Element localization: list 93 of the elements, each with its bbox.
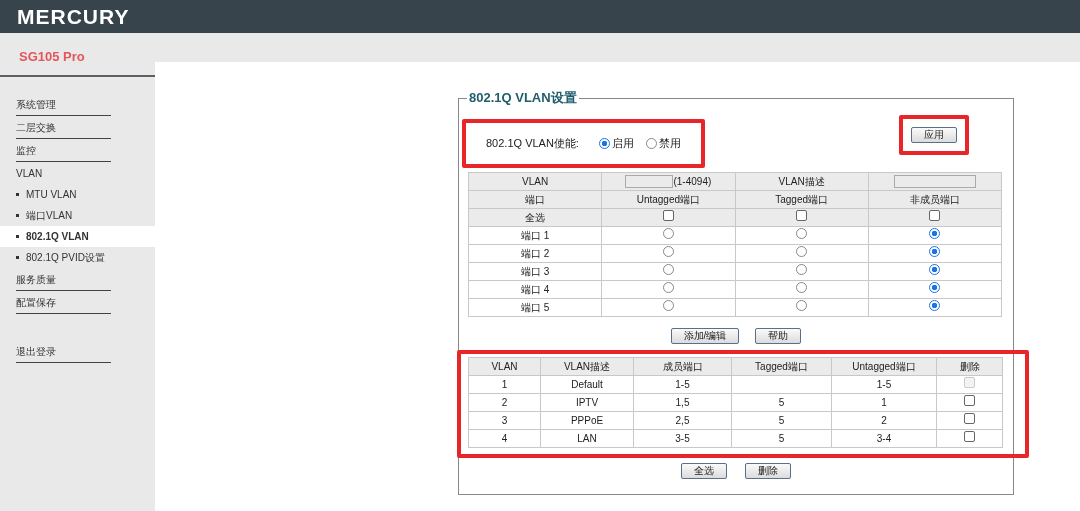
column-header: Untagged端口 — [852, 360, 916, 372]
sidebar-item[interactable]: 服务质量 — [16, 268, 111, 291]
port-label: 端口 5 — [520, 301, 550, 313]
range-hint: (1-4094) — [673, 175, 712, 187]
table-cell: 5 — [778, 414, 785, 426]
table-cell: PPPoE — [570, 414, 604, 426]
bullet-icon — [16, 256, 19, 259]
column-header: 端口 — [525, 193, 546, 205]
sidebar-subitem[interactable]: 802.1Q VLAN — [0, 226, 155, 247]
table-cell: 2,5 — [675, 414, 690, 426]
bullet-icon — [16, 214, 19, 217]
table-cell: 1-5 — [876, 378, 892, 390]
radio-button[interactable] — [598, 138, 610, 149]
port-label: 端口 1 — [520, 229, 550, 241]
table-cell: 2 — [501, 396, 508, 408]
radio-button[interactable] — [645, 138, 657, 149]
radio-button[interactable] — [796, 263, 808, 275]
brand-logo: MERCURY — [0, 0, 1080, 33]
sidebar-subitem-label: 802.1Q PVID设置 — [26, 251, 105, 265]
column-header: 非成员端口 — [909, 193, 960, 205]
radio-button[interactable] — [796, 245, 808, 257]
radio-button[interactable] — [929, 245, 941, 257]
sidebar-subitem[interactable]: MTU VLAN — [0, 184, 155, 205]
checkbox[interactable] — [964, 430, 975, 442]
column-header: Tagged端口 — [775, 193, 829, 205]
sidebar-subitem[interactable]: 端口VLAN — [0, 205, 155, 226]
checkbox[interactable] — [662, 209, 674, 221]
checkbox[interactable] — [964, 412, 975, 424]
table-cell: 1,5 — [675, 396, 690, 408]
table-cell: 1 — [881, 396, 887, 408]
column-header: VLAN描述 — [563, 360, 611, 372]
vlan-id-field[interactable] — [625, 175, 674, 189]
model-name: SG105 Pro — [0, 33, 155, 77]
table-cell: 2 — [881, 414, 887, 426]
radio-button[interactable] — [662, 245, 674, 257]
port-label: 端口 4 — [520, 283, 550, 295]
radio-button[interactable] — [662, 227, 674, 239]
radio-button[interactable] — [796, 299, 808, 311]
radio-button[interactable] — [662, 299, 674, 311]
radio-button[interactable] — [929, 299, 941, 311]
radio-button[interactable] — [796, 281, 808, 293]
column-header: Tagged端口 — [755, 360, 808, 372]
checkbox[interactable] — [796, 209, 808, 221]
sidebar-subitem[interactable]: 802.1Q PVID设置 — [0, 247, 155, 268]
radio-button[interactable] — [929, 281, 941, 293]
field-label: VLAN描述 — [778, 175, 825, 187]
form-button[interactable]: 添加/编辑 — [670, 328, 740, 344]
table-cell: 5 — [778, 396, 785, 408]
column-header: 成员端口 — [662, 360, 703, 372]
sidebar-subitem-label: 802.1Q VLAN — [26, 230, 89, 244]
checkbox[interactable] — [964, 394, 975, 406]
row-label: 全选 — [525, 211, 546, 223]
table-cell: 3-5 — [675, 432, 690, 444]
sidebar-item[interactable]: 监控 — [16, 139, 111, 162]
sidebar-item[interactable]: 系统管理 — [16, 93, 111, 116]
radio-button[interactable] — [662, 263, 674, 275]
radio-button[interactable] — [929, 227, 941, 239]
sidebar-item[interactable]: 退出登录 — [16, 340, 111, 363]
checkbox[interactable] — [929, 209, 941, 221]
sidebar-item[interactable]: 配置保存 — [16, 291, 111, 314]
table-cell: 1 — [501, 378, 508, 390]
table-cell: 4 — [501, 432, 508, 444]
column-header: VLAN — [491, 360, 518, 372]
table-button[interactable]: 删除 — [745, 463, 791, 479]
vlan-description-field[interactable] — [893, 175, 976, 189]
form-button[interactable]: 帮助 — [755, 328, 802, 344]
sidebar-item[interactable]: 二层交换 — [16, 116, 111, 139]
radio-button[interactable] — [929, 263, 941, 275]
panel-title: 802.1Q VLAN设置 — [467, 90, 579, 106]
table-button[interactable]: 全选 — [681, 463, 727, 479]
field-label: VLAN — [522, 175, 549, 187]
table-cell: 5 — [778, 432, 785, 444]
radio-label: 启用 — [611, 136, 634, 152]
port-label: 端口 3 — [520, 265, 550, 277]
table-cell: Default — [571, 378, 603, 390]
table-cell: LAN — [577, 432, 597, 444]
table-cell: 3 — [501, 414, 508, 426]
radio-label: 禁用 — [658, 136, 681, 152]
apply-button[interactable]: 应用 — [911, 127, 957, 143]
field-label: 802.1Q VLAN使能: — [486, 136, 579, 152]
bullet-icon — [16, 193, 19, 196]
column-header: 删除 — [959, 360, 980, 372]
radio-button[interactable] — [796, 227, 808, 239]
column-header: Untagged端口 — [636, 193, 701, 205]
table-cell: IPTV — [575, 396, 599, 408]
sidebar-group[interactable]: VLAN — [0, 162, 155, 184]
bullet-icon — [16, 235, 19, 238]
port-label: 端口 2 — [520, 247, 550, 259]
sidebar-subitem-label: 端口VLAN — [26, 209, 73, 223]
radio-button[interactable] — [662, 281, 674, 293]
table-cell: 3-4 — [876, 432, 892, 444]
sidebar-subitem-label: MTU VLAN — [26, 188, 77, 202]
table-cell: 1-5 — [675, 378, 690, 390]
